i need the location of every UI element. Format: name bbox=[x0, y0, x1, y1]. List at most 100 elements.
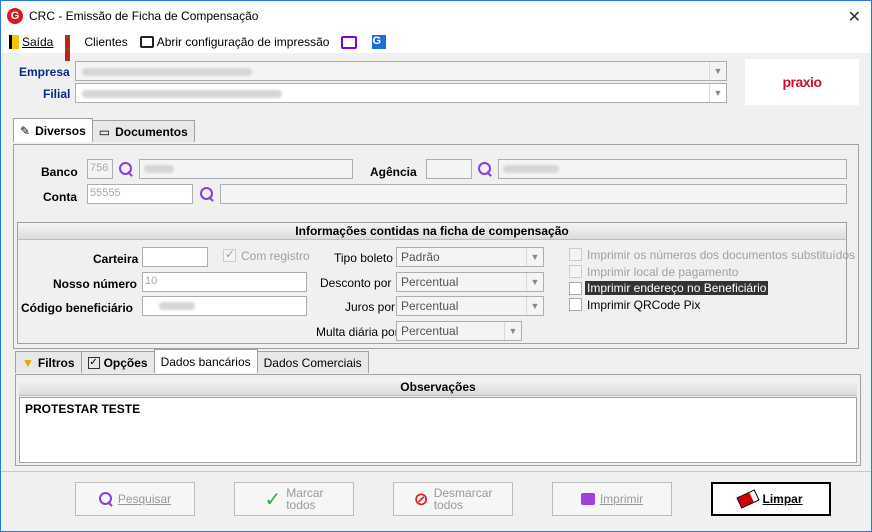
banco-name-redacted bbox=[144, 165, 174, 173]
tipo-boleto-select[interactable]: Padrão ▼ bbox=[396, 247, 544, 267]
menu-exit-label: Saída bbox=[22, 35, 54, 49]
app-logo-icon: G bbox=[7, 8, 23, 24]
divider bbox=[1, 471, 871, 472]
tab-documentos-label: Documentos bbox=[115, 124, 188, 139]
tab-opcoes-label: Opções bbox=[103, 355, 148, 370]
nosso-numero-value: 10 bbox=[145, 275, 158, 287]
search-icon[interactable] bbox=[119, 162, 133, 176]
multa-select[interactable]: Percentual ▼ bbox=[396, 321, 522, 341]
menu-clients-label: Clientes bbox=[84, 35, 128, 49]
eraser-icon bbox=[737, 488, 760, 510]
marcar-line2: todos bbox=[286, 498, 316, 512]
brand-logo: praxio bbox=[745, 59, 859, 105]
window-title: CRC - Emissão de Ficha de Compensação bbox=[29, 9, 259, 23]
pencil-icon: ✎ bbox=[20, 123, 31, 138]
check-icon: ✓ bbox=[264, 488, 282, 511]
tab-opcoes[interactable]: ✓ Opções bbox=[80, 351, 155, 373]
chevron-down-icon: ▼ bbox=[526, 297, 543, 315]
filial-redacted bbox=[82, 90, 282, 98]
chevron-down-icon: ▼ bbox=[709, 84, 726, 102]
option-label-substituidos: Imprimir os números dos documentos subst… bbox=[587, 248, 856, 262]
menu-app[interactable]: G bbox=[372, 35, 389, 49]
nosso-numero-input[interactable]: 10 bbox=[142, 272, 307, 292]
option-label-endereco: Imprimir endereço no Beneficiário bbox=[585, 281, 769, 295]
tab-dados-comerciais-label: Dados Comerciais bbox=[263, 355, 362, 370]
banco-label: Banco bbox=[41, 165, 78, 179]
carteira-label: Carteira bbox=[93, 252, 139, 266]
menu-print-config[interactable]: Abrir configuração de impressão bbox=[139, 35, 329, 49]
com-registro-label: Com registro bbox=[241, 249, 310, 263]
desconto-label: Desconto por bbox=[320, 276, 392, 290]
tab-dados-bancarios[interactable]: Dados bancários bbox=[153, 349, 258, 373]
tab-filtros-label: Filtros bbox=[37, 355, 75, 370]
funnel-icon: ▼ bbox=[22, 355, 34, 370]
tab-dados-comerciais[interactable]: Dados Comerciais bbox=[256, 351, 369, 373]
option-checkbox-local-pagamento[interactable] bbox=[569, 265, 582, 278]
chevron-down-icon: ▼ bbox=[504, 322, 521, 340]
marcar-todos-button[interactable]: ✓ Marcar todos bbox=[234, 482, 354, 516]
agencia-name-redacted bbox=[503, 165, 559, 173]
tab-diversos[interactable]: ✎ Diversos bbox=[13, 118, 93, 142]
info-group-title: Informações contidas na ficha de compens… bbox=[18, 223, 846, 240]
multa-value: Percentual bbox=[401, 324, 459, 338]
conta-value: 55555 bbox=[90, 187, 121, 199]
document-icon: ▭ bbox=[98, 124, 111, 139]
imprimir-button[interactable]: Imprimir bbox=[552, 482, 672, 516]
empresa-select[interactable]: ▼ bbox=[75, 61, 727, 81]
tab-diversos-label: Diversos bbox=[35, 123, 86, 138]
juros-select[interactable]: Percentual ▼ bbox=[396, 296, 544, 316]
agencia-name-input bbox=[498, 159, 847, 179]
main-window: G CRC - Emissão de Ficha de Compensação … bbox=[0, 0, 872, 532]
imprimir-label: Imprimir bbox=[599, 492, 644, 506]
tipo-boleto-label: Tipo boleto bbox=[334, 251, 393, 265]
conta-label: Conta bbox=[43, 190, 77, 204]
com-registro-checkbox[interactable] bbox=[223, 247, 236, 262]
monitor-icon bbox=[341, 35, 358, 49]
tab-filtros[interactable]: ▼ Filtros bbox=[15, 351, 82, 373]
option-checkbox-qrcode[interactable] bbox=[569, 298, 582, 311]
chevron-down-icon: ▼ bbox=[526, 273, 543, 291]
limpar-button[interactable]: Limpar bbox=[711, 482, 831, 516]
search-icon bbox=[98, 492, 113, 506]
cancel-icon: ⊘ bbox=[413, 488, 429, 509]
pesquisar-label: Pesquisar bbox=[117, 492, 172, 506]
nosso-numero-label: Nosso número bbox=[53, 277, 138, 291]
menu-clients[interactable]: Clientes bbox=[65, 35, 128, 61]
app-g-icon: G bbox=[372, 35, 387, 49]
tab-documentos[interactable]: ▭ Documentos bbox=[91, 120, 195, 142]
search-icon[interactable] bbox=[478, 162, 492, 176]
close-button[interactable]: ✕ bbox=[848, 7, 861, 27]
multa-label: Multa diária por bbox=[316, 325, 399, 339]
desconto-value: Percentual bbox=[401, 275, 459, 289]
chevron-down-icon: ▼ bbox=[526, 248, 543, 266]
agencia-input[interactable] bbox=[426, 159, 472, 179]
desmarcar-todos-button[interactable]: ⊘ Desmarcar todos bbox=[393, 482, 513, 516]
codigo-redacted bbox=[159, 302, 195, 310]
option-checkbox-endereco[interactable] bbox=[569, 282, 582, 295]
exit-icon bbox=[9, 35, 19, 49]
conta-input[interactable]: 55555 bbox=[87, 184, 193, 204]
juros-label: Juros por bbox=[345, 300, 396, 314]
search-icon[interactable] bbox=[200, 187, 214, 201]
codigo-beneficiario-input[interactable] bbox=[142, 296, 307, 316]
conta-name-input bbox=[220, 184, 847, 204]
bottom-tabs: ▼ Filtros ✓ Opções Dados bancários Dados… bbox=[15, 349, 369, 373]
juros-value: Percentual bbox=[401, 299, 459, 313]
option-checkbox-substituidos[interactable] bbox=[569, 248, 582, 261]
observacoes-textarea[interactable]: PROTESTAR TESTE bbox=[19, 397, 857, 463]
desconto-select[interactable]: Percentual ▼ bbox=[396, 272, 544, 292]
banco-name-input bbox=[139, 159, 353, 179]
checkbox-icon: ✓ bbox=[87, 356, 100, 369]
printer-icon bbox=[139, 36, 154, 48]
carteira-input[interactable] bbox=[142, 247, 208, 267]
filial-select[interactable]: ▼ bbox=[75, 83, 727, 103]
tipo-boleto-value: Padrão bbox=[401, 250, 440, 264]
banco-value: 756 bbox=[90, 162, 109, 174]
pesquisar-button[interactable]: Pesquisar bbox=[75, 482, 195, 516]
title-bar: G CRC - Emissão de Ficha de Compensação bbox=[1, 1, 871, 31]
chevron-down-icon: ▼ bbox=[709, 62, 726, 80]
menu-monitor[interactable] bbox=[341, 35, 360, 49]
menu-exit[interactable]: Saída bbox=[9, 35, 53, 49]
option-label-local-pagamento: Imprimir local de pagamento bbox=[587, 265, 739, 279]
banco-input[interactable]: 756 bbox=[87, 159, 113, 179]
